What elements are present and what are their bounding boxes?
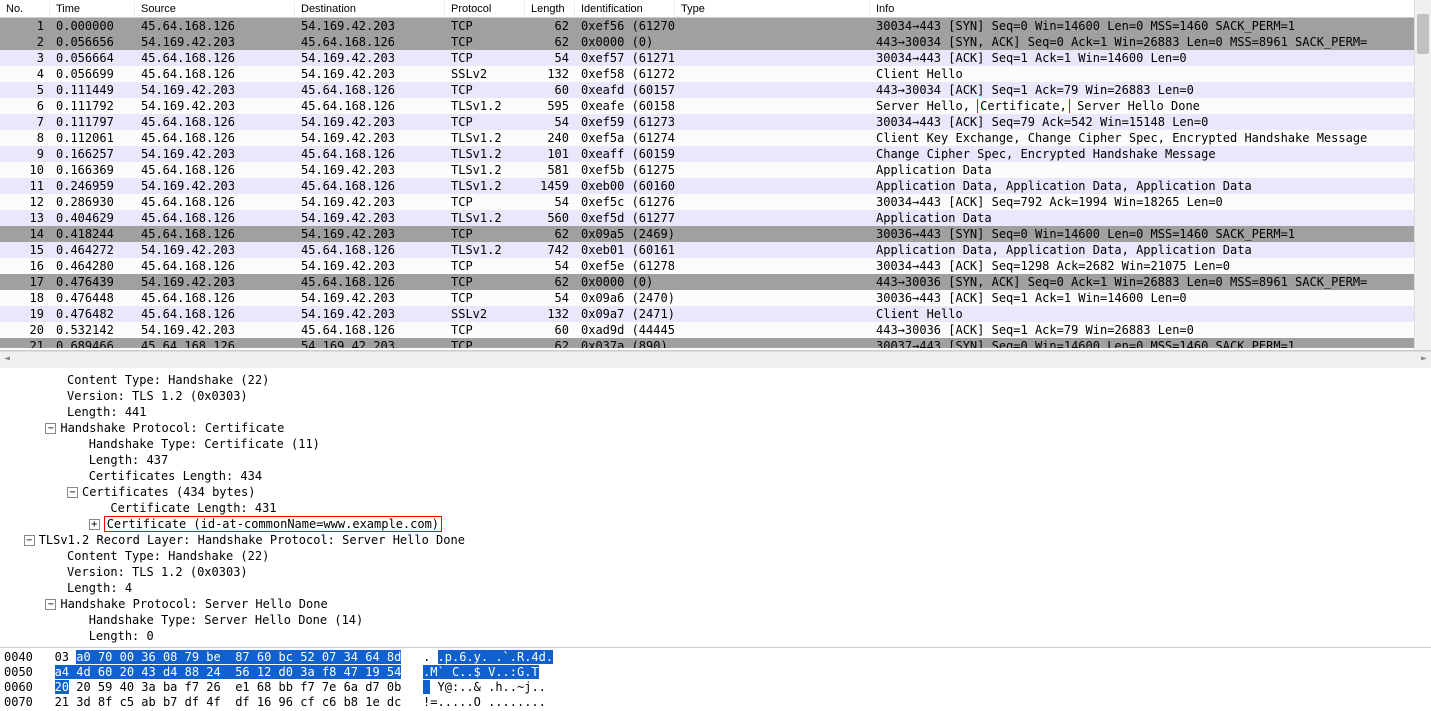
hex-line[interactable]: 0040 03 a0 70 00 36 08 79 be 87 60 bc 52… — [4, 650, 1427, 665]
packet-rows[interactable]: 10.00000045.64.168.12654.169.42.203TCP62… — [0, 18, 1431, 348]
tree-line[interactable]: + Certificate (id-at-commonName=www.examp… — [2, 516, 1429, 532]
tree-line[interactable]: Certificates Length: 434 — [2, 468, 1429, 484]
tree-line[interactable]: −Certificates (434 bytes) — [2, 484, 1429, 500]
col-header-destination[interactable]: Destination — [295, 1, 445, 17]
table-row[interactable]: 180.47644845.64.168.12654.169.42.203TCP5… — [0, 290, 1431, 306]
tree-line[interactable]: Handshake Type: Certificate (11) — [2, 436, 1429, 452]
tree-line[interactable]: Version: TLS 1.2 (0x0303) — [2, 388, 1429, 404]
tree-line[interactable]: −Handshake Protocol: Certificate — [2, 420, 1429, 436]
hex-line[interactable]: 0060 20 20 59 40 3a ba f7 26 e1 68 bb f7… — [4, 680, 1427, 695]
tree-line[interactable]: Length: 4 — [2, 580, 1429, 596]
table-row[interactable]: 120.28693045.64.168.12654.169.42.203TCP5… — [0, 194, 1431, 210]
table-row[interactable]: 10.00000045.64.168.12654.169.42.203TCP62… — [0, 18, 1431, 34]
table-row[interactable]: 40.05669945.64.168.12654.169.42.203SSLv2… — [0, 66, 1431, 82]
tree-line[interactable]: Content Type: Handshake (22) — [2, 372, 1429, 388]
expand-icon[interactable]: + — [89, 519, 100, 530]
col-header-time[interactable]: Time — [50, 1, 135, 17]
table-row[interactable]: 150.46427254.169.42.20345.64.168.126TLSv… — [0, 242, 1431, 258]
collapse-icon[interactable]: − — [67, 487, 78, 498]
table-row[interactable]: 110.24695954.169.42.20345.64.168.126TLSv… — [0, 178, 1431, 194]
hex-selection: 20 — [55, 680, 69, 694]
table-row[interactable]: 100.16636945.64.168.12654.169.42.203TLSv… — [0, 162, 1431, 178]
col-header-no[interactable]: No. — [0, 1, 50, 17]
hex-line[interactable]: 0050 a4 4d 60 20 43 d4 88 24 56 12 d0 3a… — [4, 665, 1427, 680]
collapse-icon[interactable]: − — [45, 423, 56, 434]
certificate-entry-highlight: Certificate (id-at-commonName=www.exampl… — [104, 516, 442, 532]
tree-line[interactable]: Handshake Type: Server Hello Done (14) — [2, 612, 1429, 628]
packet-list-scrollbar-v[interactable] — [1414, 0, 1431, 350]
table-row[interactable]: 160.46428045.64.168.12654.169.42.203TCP5… — [0, 258, 1431, 274]
col-header-info[interactable]: Info — [870, 1, 1431, 17]
packet-detail-pane[interactable]: Content Type: Handshake (22) Version: TL… — [0, 368, 1431, 648]
packet-list-scrollbar-h[interactable] — [0, 351, 1431, 368]
ascii-selection: .p.6.y. .`.R.4d. — [438, 650, 554, 664]
table-row[interactable]: 80.11206145.64.168.12654.169.42.203TLSv1… — [0, 130, 1431, 146]
table-row[interactable]: 170.47643954.169.42.20345.64.168.126TCP6… — [0, 274, 1431, 290]
hex-line[interactable]: 0070 21 3d 8f c5 ab b7 df 4f df 16 96 cf… — [4, 695, 1427, 710]
col-header-source[interactable]: Source — [135, 1, 295, 17]
table-row[interactable]: 90.16625754.169.42.20345.64.168.126TLSv1… — [0, 146, 1431, 162]
tree-line[interactable]: Version: TLS 1.2 (0x0303) — [2, 564, 1429, 580]
ascii-selection — [423, 680, 430, 694]
tree-line[interactable]: Length: 441 — [2, 404, 1429, 420]
col-header-protocol[interactable]: Protocol — [445, 1, 525, 17]
hex-dump-pane[interactable]: 0040 03 a0 70 00 36 08 79 be 87 60 bc 52… — [0, 648, 1431, 710]
hex-selection: a0 70 00 36 08 79 be 87 60 bc 52 07 34 6… — [76, 650, 401, 664]
tree-line[interactable]: −TLSv1.2 Record Layer: Handshake Protoco… — [2, 532, 1429, 548]
col-header-length[interactable]: Length — [525, 1, 575, 17]
certificate-highlight: Certificate, — [977, 99, 1070, 113]
tree-line[interactable]: Length: 0 — [2, 628, 1429, 644]
tree-line[interactable]: Length: 437 — [2, 452, 1429, 468]
tree-line[interactable]: Content Type: Handshake (22) — [2, 548, 1429, 564]
table-row[interactable]: 200.53214254.169.42.20345.64.168.126TCP6… — [0, 322, 1431, 338]
collapse-icon[interactable]: − — [45, 599, 56, 610]
table-row[interactable]: 20.05665654.169.42.20345.64.168.126TCP62… — [0, 34, 1431, 50]
table-row[interactable]: 210.68946645.64.168.12654.169.42.203TCP6… — [0, 338, 1431, 348]
collapse-icon[interactable]: − — [24, 535, 35, 546]
ascii-selection: .M` C..$ V..:G.T — [423, 665, 539, 679]
col-header-type[interactable]: Type — [675, 1, 870, 17]
packet-list-pane: No. Time Source Destination Protocol Len… — [0, 0, 1431, 351]
table-row[interactable]: 60.11179254.169.42.20345.64.168.126TLSv1… — [0, 98, 1431, 114]
packet-list-header: No. Time Source Destination Protocol Len… — [0, 0, 1431, 18]
table-row[interactable]: 140.41824445.64.168.12654.169.42.203TCP6… — [0, 226, 1431, 242]
table-row[interactable]: 130.40462945.64.168.12654.169.42.203TLSv… — [0, 210, 1431, 226]
table-row[interactable]: 70.11179745.64.168.12654.169.42.203TCP54… — [0, 114, 1431, 130]
table-row[interactable]: 190.47648245.64.168.12654.169.42.203SSLv… — [0, 306, 1431, 322]
table-row[interactable]: 50.11144954.169.42.20345.64.168.126TCP60… — [0, 82, 1431, 98]
table-row[interactable]: 30.05666445.64.168.12654.169.42.203TCP54… — [0, 50, 1431, 66]
col-header-identification[interactable]: Identification — [575, 1, 675, 17]
hex-selection: a4 4d 60 20 43 d4 88 24 56 12 d0 3a f8 4… — [55, 665, 402, 679]
tree-line[interactable]: −Handshake Protocol: Server Hello Done — [2, 596, 1429, 612]
tree-line[interactable]: Certificate Length: 431 — [2, 500, 1429, 516]
